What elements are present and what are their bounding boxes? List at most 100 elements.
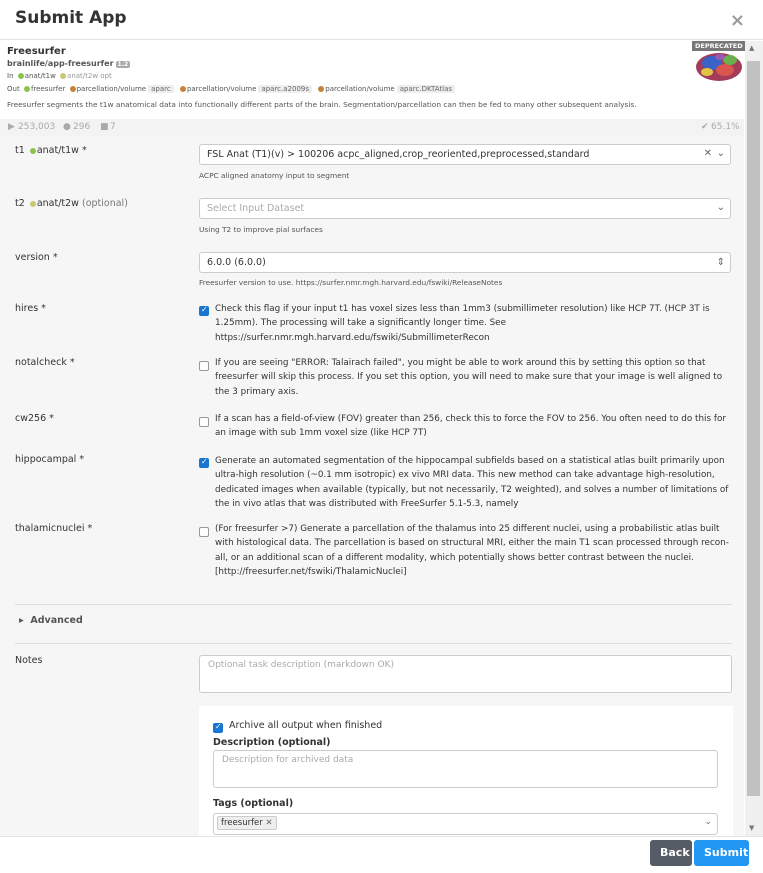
success-rate: 65.1% bbox=[711, 122, 740, 132]
outputs-prefix: Out bbox=[7, 85, 20, 93]
stars-count: 7 bbox=[110, 122, 116, 132]
datatype-dot-icon bbox=[23, 86, 30, 92]
output-datatype: parcellation/volume bbox=[325, 85, 395, 93]
stats-bar: ▶ 253,003 ● 296 ■ 7 ✔ 65.1% bbox=[0, 119, 744, 136]
notes-textarea[interactable]: Optional task description (markdown OK) bbox=[199, 655, 732, 693]
clear-icon[interactable]: ✕ bbox=[704, 148, 712, 159]
datatype-dot-icon bbox=[318, 86, 325, 92]
version-label: version * bbox=[15, 252, 58, 263]
divider bbox=[15, 643, 732, 644]
users-count: 296 bbox=[73, 122, 91, 132]
version-selected-value: 6.0.0 (6.0.0) bbox=[207, 257, 266, 268]
inputs-prefix: In bbox=[7, 72, 14, 80]
archive-description-textarea[interactable]: Description for archived data bbox=[213, 750, 718, 788]
thalamicnuclei-checkbox[interactable] bbox=[199, 527, 209, 537]
app-description: Freesurfer segments the t1w anatomical d… bbox=[7, 100, 637, 109]
app-repo: brainlife/app-freesurfer 1.2 bbox=[7, 59, 131, 68]
close-icon[interactable]: × bbox=[730, 10, 745, 31]
archive-checkbox[interactable] bbox=[213, 722, 223, 733]
hires-label: hires * bbox=[15, 303, 46, 314]
output-datatype: parcellation/volume bbox=[76, 85, 147, 93]
scroll-thumb[interactable] bbox=[747, 61, 760, 796]
t2-label-text: t2 bbox=[15, 198, 25, 209]
tags-input[interactable]: ⌄ bbox=[213, 813, 718, 835]
output-tag: aparc.DKTAtlas bbox=[396, 85, 456, 93]
advanced-toggle[interactable]: ▸ Advanced bbox=[19, 615, 83, 626]
tag-chip[interactable]: freesurfer ✕ bbox=[217, 816, 277, 830]
datatype-dot-icon bbox=[179, 86, 186, 92]
star-icon: ■ bbox=[100, 122, 109, 132]
t2-select[interactable]: Select Input Dataset ⌄ bbox=[199, 198, 731, 219]
app-inputs: In anat/t1w anat/t2w opt bbox=[7, 72, 112, 80]
t2-help: Using T2 to improve pial surfaces bbox=[199, 225, 323, 234]
modal-footer: Back Submit bbox=[0, 836, 763, 873]
scrollbar[interactable]: ▲ ▼ bbox=[745, 41, 763, 836]
t2-placeholder: Select Input Dataset bbox=[207, 203, 305, 214]
scroll-up-icon[interactable]: ▲ bbox=[749, 44, 754, 52]
app-repo-name: brainlife/app-freesurfer bbox=[7, 59, 114, 68]
t1-select[interactable]: FSL Anat (T1)(v) > 100206 acpc_aligned,c… bbox=[199, 144, 731, 165]
datatype-dot-icon bbox=[17, 73, 24, 79]
version-select[interactable]: 6.0.0 (6.0.0) ⇕ bbox=[199, 252, 731, 273]
hires-description: Check this flag if your input t1 has vox… bbox=[215, 304, 710, 343]
notalcheck-label: notalcheck * bbox=[15, 357, 75, 368]
hippocampal-description: Generate an automated segmentation of th… bbox=[215, 456, 729, 509]
runs-count: 253,003 bbox=[18, 122, 56, 132]
notalcheck-checkbox[interactable] bbox=[199, 361, 209, 371]
version-badge: 1.2 bbox=[115, 61, 131, 68]
app-name: Freesurfer bbox=[7, 46, 66, 57]
t1-label: t1 anat/t1w * bbox=[15, 145, 87, 156]
notalcheck-description: If you are seeing "ERROR: Talairach fail… bbox=[215, 358, 723, 397]
output-tag: aparc.a2009s bbox=[258, 85, 313, 93]
cw256-label: cw256 * bbox=[15, 413, 54, 424]
t1-label-text: t1 bbox=[15, 145, 25, 156]
form-area: t1 anat/t1w * FSL Anat (T1)(v) > 100206 … bbox=[0, 136, 744, 836]
output-datatype: freesurfer bbox=[30, 85, 66, 93]
input-datatype: anat/t1w bbox=[24, 72, 56, 80]
thalamicnuclei-label: thalamicnuclei * bbox=[15, 523, 93, 534]
remove-tag-icon[interactable]: ✕ bbox=[266, 818, 273, 828]
updown-icon[interactable]: ⇕ bbox=[717, 257, 725, 268]
divider bbox=[15, 604, 732, 605]
tag-chip-label: freesurfer bbox=[221, 818, 263, 828]
check-circle-icon: ✔ bbox=[701, 122, 709, 132]
submit-button[interactable]: Submit bbox=[694, 840, 749, 866]
tags-label: Tags (optional) bbox=[213, 798, 294, 809]
datatype-dot-icon bbox=[29, 147, 36, 154]
required-marker: * bbox=[81, 145, 87, 156]
output-tag: aparc bbox=[148, 85, 174, 93]
description-label: Description (optional) bbox=[213, 737, 331, 748]
deprecated-badge: DEPRECATED bbox=[692, 41, 746, 51]
optional-marker: (optional) bbox=[81, 198, 128, 209]
t1-help: ACPC aligned anatomy input to segment bbox=[199, 171, 350, 180]
chevron-down-icon[interactable]: ⌄ bbox=[704, 817, 712, 827]
cw256-description: If a scan has a field-of-view (FOV) grea… bbox=[215, 414, 726, 439]
t1-datatype: anat/t1w bbox=[36, 145, 79, 156]
back-button[interactable]: Back bbox=[650, 840, 692, 866]
modal-header: Submit App × bbox=[0, 0, 763, 40]
notes-label: Notes bbox=[15, 655, 43, 666]
app-info: Freesurfer brainlife/app-freesurfer 1.2 I… bbox=[0, 41, 746, 119]
datatype-dot-icon bbox=[69, 86, 76, 92]
scroll-down-icon[interactable]: ▼ bbox=[749, 824, 754, 832]
user-icon: ● bbox=[63, 122, 71, 132]
output-datatype: parcellation/volume bbox=[186, 85, 257, 93]
datatype-dot-icon bbox=[60, 73, 67, 79]
archive-label: Archive all output when finished bbox=[229, 720, 383, 731]
t1-selected-value: FSL Anat (T1)(v) > 100206 acpc_aligned,c… bbox=[207, 149, 590, 160]
caret-right-icon: ▸ bbox=[19, 615, 24, 626]
hippocampal-label: hippocampal * bbox=[15, 454, 85, 465]
chevron-down-icon[interactable]: ⌄ bbox=[717, 202, 725, 213]
app-outputs: Out freesurfer parcellation/volume aparc … bbox=[7, 85, 457, 93]
input-datatype-optional: anat/t2w opt bbox=[67, 72, 112, 80]
version-help: Freesurfer version to use. https://surfe… bbox=[199, 278, 503, 287]
hires-checkbox[interactable] bbox=[199, 305, 209, 316]
advanced-label: Advanced bbox=[30, 615, 83, 626]
datatype-dot-icon bbox=[29, 200, 36, 207]
chevron-down-icon[interactable]: ⌄ bbox=[717, 148, 725, 159]
play-icon: ▶ bbox=[8, 122, 15, 132]
hippocampal-checkbox[interactable] bbox=[199, 457, 209, 468]
t2-datatype: anat/t2w bbox=[36, 198, 79, 209]
cw256-checkbox[interactable] bbox=[199, 417, 209, 427]
archive-panel: Archive all output when finished Descrip… bbox=[199, 706, 733, 836]
